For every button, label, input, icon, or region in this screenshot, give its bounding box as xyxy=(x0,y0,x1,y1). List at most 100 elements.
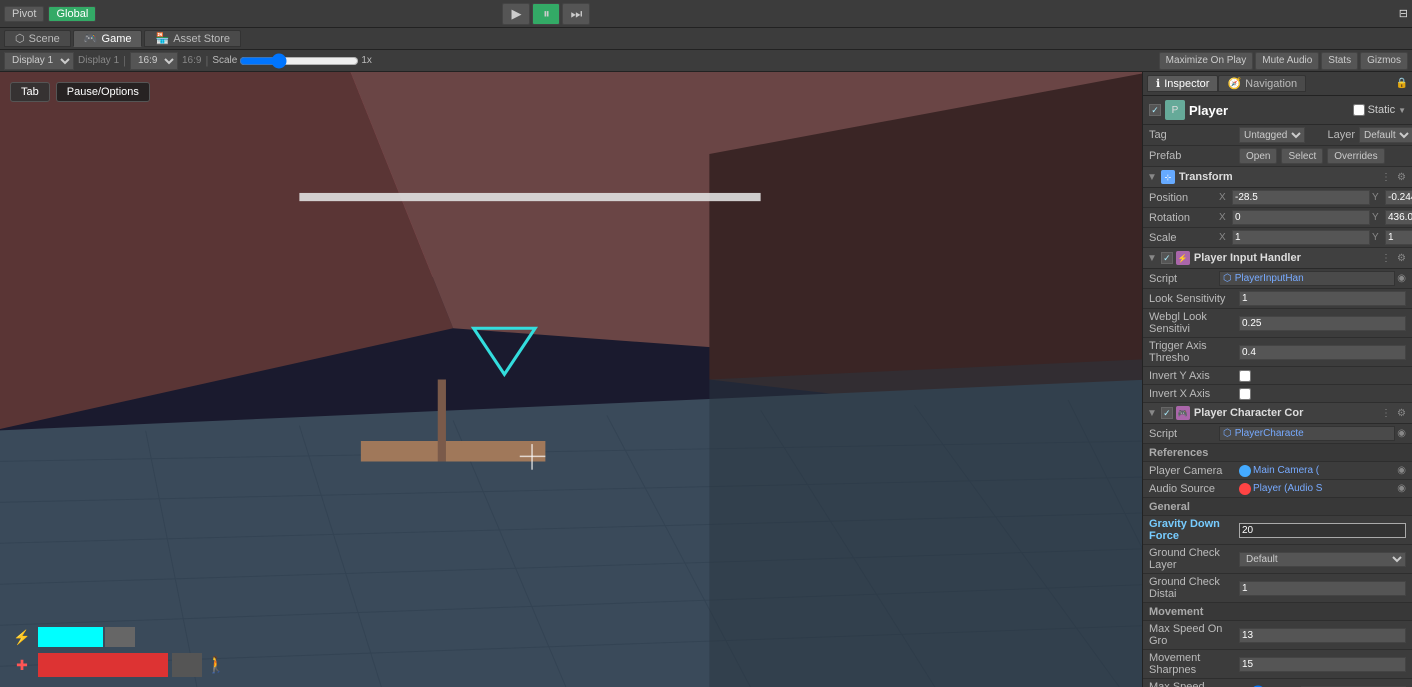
trigger-axis-input[interactable] xyxy=(1239,345,1406,360)
global-button[interactable]: Global xyxy=(48,6,96,22)
tag-label: Tag xyxy=(1149,129,1239,141)
input-script-ref[interactable]: ⬡ PlayerInputHan xyxy=(1219,271,1395,286)
lock-icon[interactable]: 🔒 xyxy=(1396,78,1408,89)
look-sensitivity-input[interactable] xyxy=(1239,291,1406,306)
input-settings-icon[interactable]: ⋮ xyxy=(1379,253,1393,264)
input-handler-checkbox[interactable]: ✓ xyxy=(1161,252,1173,264)
pcc-settings-icon[interactable]: ⋮ xyxy=(1379,408,1393,419)
scale-slider[interactable] xyxy=(239,53,359,69)
tab-navigation[interactable]: 🧭 Navigation xyxy=(1218,75,1306,92)
overrides-button[interactable]: Overrides xyxy=(1327,148,1384,164)
look-sensitivity-label: Look Sensitivity xyxy=(1149,293,1239,305)
collapse-icon: ⊟ xyxy=(1399,8,1408,20)
inspector-panel: ℹ Inspector 🧭 Navigation 🔒 ✓ P Player St… xyxy=(1142,72,1412,687)
transform-more-icon[interactable]: ⚙ xyxy=(1395,172,1408,183)
separator1: | xyxy=(123,55,126,67)
top-right: ⊟ xyxy=(1399,7,1408,20)
gravity-down-input[interactable] xyxy=(1239,523,1406,538)
input-script-value: PlayerInputHan xyxy=(1235,273,1304,284)
ground-check-layer-select[interactable]: Default xyxy=(1239,552,1406,567)
tab-inspector[interactable]: ℹ Inspector xyxy=(1147,75,1218,92)
aspect-select[interactable]: 16:9 xyxy=(130,52,178,70)
gizmos-button[interactable]: Gizmos xyxy=(1360,52,1408,70)
transform-section-buttons: ⋮ ⚙ xyxy=(1379,172,1408,183)
pcc-arrow-icon: ▼ xyxy=(1147,408,1157,419)
tab-overlay-button[interactable]: Tab xyxy=(10,82,50,102)
audio-source-row: Audio Source Player (Audio S ◉ xyxy=(1143,480,1412,498)
transform-settings-icon[interactable]: ⋮ xyxy=(1379,172,1393,183)
pcc-title: Player Character Cor xyxy=(1194,407,1379,419)
select-prefab-button[interactable]: Select xyxy=(1281,148,1323,164)
pcc-more-icon[interactable]: ⚙ xyxy=(1395,408,1408,419)
prefab-row: Prefab Open Select Overrides xyxy=(1143,146,1412,167)
pcc-script-circle[interactable]: ◉ xyxy=(1397,428,1406,439)
static-checkbox[interactable] xyxy=(1353,104,1365,116)
player-camera-row: Player Camera Main Camera ( ◉ xyxy=(1143,462,1412,480)
navigation-icon: 🧭 xyxy=(1227,77,1241,90)
pos-x-input[interactable] xyxy=(1232,190,1370,205)
pcc-checkbox[interactable]: ✓ xyxy=(1161,407,1173,419)
tab-game[interactable]: 🎮 Game xyxy=(73,30,143,47)
prefab-label: Prefab xyxy=(1149,150,1239,162)
audio-source-ref[interactable]: Player (Audio S ◉ xyxy=(1239,483,1406,495)
open-prefab-button[interactable]: Open xyxy=(1239,148,1277,164)
invert-x-label: Invert X Axis xyxy=(1149,388,1239,400)
play-controls: ▶ ⏸ ⏭ xyxy=(502,3,590,25)
input-script-row: Script ⬡ PlayerInputHan ◉ xyxy=(1143,269,1412,289)
max-speed-ground-input[interactable] xyxy=(1239,628,1406,643)
input-script-circle[interactable]: ◉ xyxy=(1397,273,1406,284)
movement-sharpness-input[interactable] xyxy=(1239,657,1406,672)
static-label: Static xyxy=(1368,104,1396,116)
input-handler-section-header[interactable]: ▼ ✓ ⚡ Player Input Handler ⋮ ⚙ xyxy=(1143,248,1412,269)
player-object-icon: P xyxy=(1165,100,1185,120)
pause-options-button[interactable]: Pause/Options xyxy=(56,82,150,102)
webgl-look-input[interactable] xyxy=(1239,316,1406,331)
player-camera-ref[interactable]: Main Camera ( ◉ xyxy=(1239,465,1406,477)
audio-source-label: Audio Source xyxy=(1149,483,1239,495)
pcc-script-ref[interactable]: ⬡ PlayerCharacte xyxy=(1219,426,1395,441)
tag-layer-row: Tag Untagged Layer Default xyxy=(1143,125,1412,146)
tag-select[interactable]: Untagged xyxy=(1239,127,1305,143)
transform-section-header[interactable]: ▼ ⊹ Transform ⋮ ⚙ xyxy=(1143,167,1412,188)
pcc-section-header[interactable]: ▼ ✓ 🎮 Player Character Cor ⋮ ⚙ xyxy=(1143,403,1412,424)
mute-audio-button[interactable]: Mute Audio xyxy=(1255,52,1319,70)
game-viewport[interactable]: Tab Pause/Options ⚡ ✚ xyxy=(0,72,1142,687)
max-speed-ground-row: Max Speed On Gro xyxy=(1143,621,1412,650)
step-button[interactable]: ⏭ xyxy=(562,3,590,25)
rot-y-input[interactable] xyxy=(1385,210,1412,225)
scale-x-input[interactable] xyxy=(1232,230,1370,245)
max-speed-crouch-row: Max Speed Crouche xyxy=(1143,679,1412,687)
trigger-axis-label: Trigger Axis Thresho xyxy=(1149,340,1239,364)
input-more-icon[interactable]: ⚙ xyxy=(1395,253,1408,264)
tab-scene[interactable]: ⬡ Scene xyxy=(4,30,71,47)
invert-x-checkbox[interactable] xyxy=(1239,388,1251,400)
scale-y-field: Y xyxy=(1372,230,1412,245)
scale-y-input[interactable] xyxy=(1385,230,1412,245)
maximize-on-play-button[interactable]: Maximize On Play xyxy=(1159,52,1254,70)
pcc-script-label: Script xyxy=(1149,428,1219,440)
input-script-icon: ⬡ xyxy=(1223,273,1232,284)
audio-source-select-icon[interactable]: ◉ xyxy=(1397,483,1406,494)
play-button[interactable]: ▶ xyxy=(502,3,530,25)
separator2: | xyxy=(205,55,208,67)
display-select[interactable]: Display 1 xyxy=(4,52,74,70)
hud-dark-fill xyxy=(105,627,135,647)
player-camera-value: Main Camera ( xyxy=(1253,465,1395,476)
pivot-button[interactable]: Pivot xyxy=(4,6,44,22)
pivot-global-group: Pivot Global xyxy=(4,6,96,22)
invert-y-checkbox[interactable] xyxy=(1239,370,1251,382)
player-active-checkbox[interactable]: ✓ xyxy=(1149,104,1161,116)
tab-asset-store[interactable]: 🏪 Asset Store xyxy=(144,30,241,47)
stats-button[interactable]: Stats xyxy=(1321,52,1358,70)
references-label: References xyxy=(1149,447,1208,459)
pause-button[interactable]: ⏸ xyxy=(532,3,560,25)
layer-select[interactable]: Default xyxy=(1359,127,1412,143)
hud-health-fill xyxy=(38,653,168,677)
static-dropdown-arrow[interactable]: ▼ xyxy=(1398,106,1406,115)
top-bar: Pivot Global ▶ ⏸ ⏭ ⊟ xyxy=(0,0,1412,28)
player-camera-select-icon[interactable]: ◉ xyxy=(1397,465,1406,476)
ground-check-dist-input[interactable] xyxy=(1239,581,1406,596)
input-handler-icon: ⚡ xyxy=(1176,251,1190,265)
rot-x-input[interactable] xyxy=(1232,210,1370,225)
pos-y-input[interactable] xyxy=(1385,190,1412,205)
